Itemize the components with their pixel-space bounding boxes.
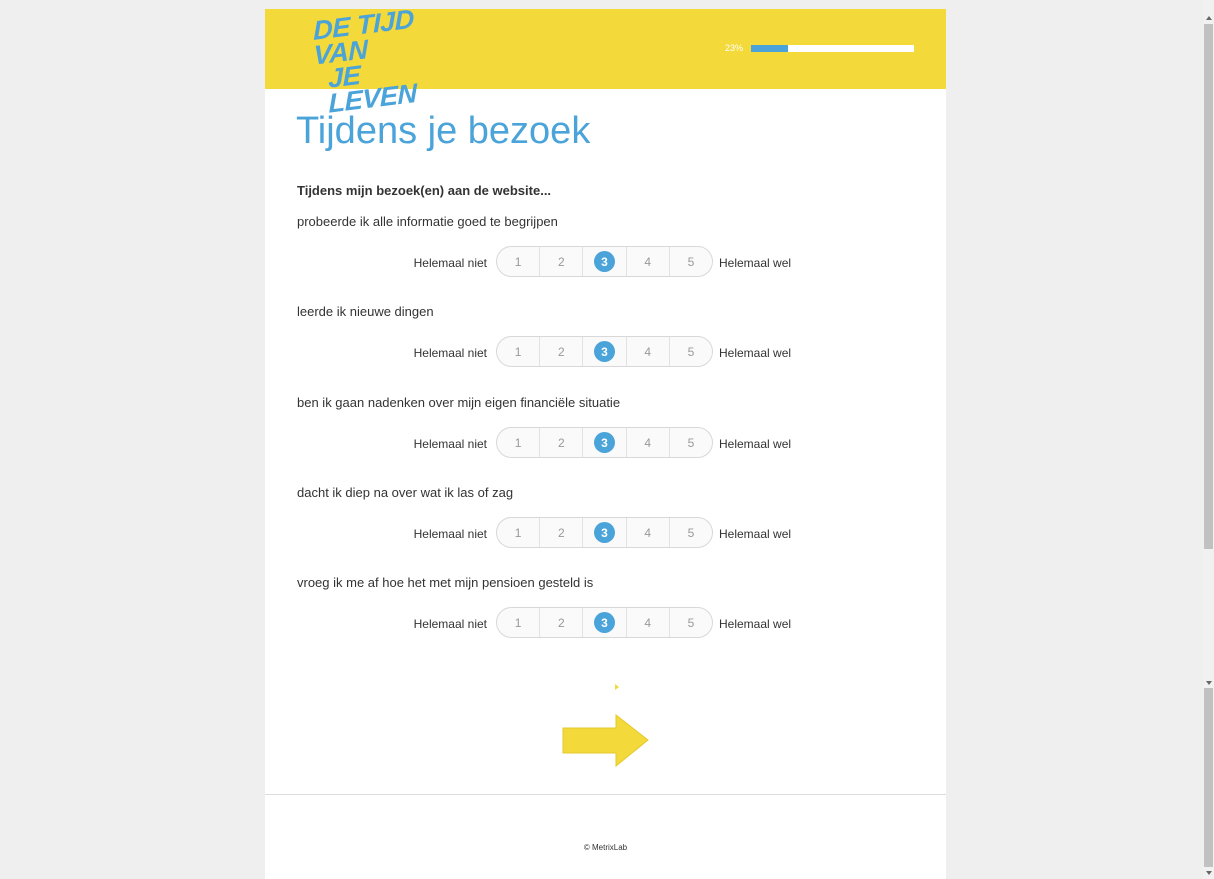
rating-option-4[interactable]: 4	[625, 428, 669, 457]
question-item: vroeg ik me af hoe het met mijn pensioen…	[297, 575, 917, 655]
scale-high-label: Helemaal wel	[719, 617, 792, 631]
rating-option-label: 2	[557, 435, 565, 450]
rating-scale: 1 2 3 4 5	[496, 336, 713, 367]
rating-option-label: 5	[687, 525, 695, 540]
header: DE TIJD VAN JE LEVEN 23%	[265, 4, 946, 119]
rating-option-label: 3	[594, 251, 615, 272]
question-text: probeerde ik alle informatie goed te beg…	[297, 214, 558, 229]
section-intro: Tijdens mijn bezoek(en) aan de website..…	[297, 183, 552, 198]
progress-bar	[751, 45, 914, 52]
progress-text: 23%	[725, 43, 744, 53]
rating-option-2[interactable]: 2	[539, 428, 582, 457]
rating-scale: 1 2 3 4 5	[496, 607, 713, 638]
scale-high-label: Helemaal wel	[719, 527, 792, 541]
rating-option-label: 4	[644, 344, 652, 359]
rating-option-label: 1	[514, 344, 522, 359]
footer-copyright: © MetrixLab	[583, 843, 628, 852]
rating-option-label: 2	[557, 615, 565, 630]
rating-option-label: 3	[594, 432, 615, 453]
question-text: leerde ik nieuwe dingen	[297, 304, 434, 319]
rating-option-label: 3	[594, 612, 615, 633]
rating-option-5[interactable]: 5	[668, 608, 712, 637]
rating-option-4[interactable]: 4	[625, 518, 669, 547]
rating-option-5[interactable]: 5	[668, 428, 712, 457]
rating-option-4[interactable]: 4	[625, 608, 669, 637]
rating-option-3[interactable]: 3	[582, 337, 625, 366]
question-item: ben ik gaan nadenken over mijn eigen fin…	[297, 395, 917, 475]
rating-option-label: 1	[514, 435, 522, 450]
question-item: probeerde ik alle informatie goed te beg…	[297, 214, 917, 294]
rating-option-label: 5	[687, 615, 695, 630]
rating-option-label: 5	[687, 435, 695, 450]
survey-page: DE TIJD VAN JE LEVEN 23% Tijdens je bezo…	[265, 4, 946, 879]
rating-scale: 1 2 3 4 5	[496, 246, 713, 277]
rating-option-label: 3	[594, 522, 615, 543]
question-text: vroeg ik me af hoe het met mijn pensioen…	[297, 575, 594, 590]
rating-option-label: 5	[687, 344, 695, 359]
next-button[interactable]	[562, 713, 650, 768]
rating-option-3[interactable]: 3	[582, 428, 625, 457]
rating-option-label: 1	[514, 615, 522, 630]
rating-option-label: 3	[594, 341, 615, 362]
rating-option-2[interactable]: 2	[539, 608, 582, 637]
scale-low-label: Helemaal niet	[413, 346, 487, 360]
page-title: Tijdens je bezoek	[296, 110, 591, 152]
rating-option-3[interactable]: 3	[582, 518, 625, 547]
scroll-down-icon-secondary[interactable]	[1206, 871, 1212, 875]
rating-option-label: 4	[644, 435, 652, 450]
arrow-right-icon	[562, 713, 649, 768]
question-text: ben ik gaan nadenken over mijn eigen fin…	[297, 395, 621, 410]
rating-option-label: 1	[514, 254, 522, 269]
scale-low-label: Helemaal niet	[413, 256, 487, 270]
scroll-down-icon[interactable]	[1206, 681, 1212, 685]
scale-low-label: Helemaal niet	[413, 437, 487, 451]
rating-option-label: 4	[644, 615, 652, 630]
progress-fill	[751, 45, 789, 52]
rating-option-label: 2	[557, 344, 565, 359]
scale-high-label: Helemaal wel	[719, 256, 792, 270]
question-item: leerde ik nieuwe dingen Helemaal niet 1 2 3 4…	[297, 304, 917, 384]
rating-option-5[interactable]: 5	[668, 337, 712, 366]
rating-option-3[interactable]: 3	[582, 247, 625, 276]
scrollbar[interactable]	[1203, 0, 1214, 879]
rating-option-label: 5	[687, 254, 695, 269]
rating-option-label: 1	[514, 525, 522, 540]
rating-option-5[interactable]: 5	[668, 247, 712, 276]
rating-option-1[interactable]: 1	[497, 608, 539, 637]
rating-option-1[interactable]: 1	[497, 518, 539, 547]
decorative-mark	[615, 684, 619, 690]
question-item: dacht ik diep na over wat ik las of zag H…	[297, 485, 917, 565]
scroll-up-icon[interactable]	[1206, 16, 1212, 20]
rating-option-4[interactable]: 4	[625, 247, 669, 276]
rating-option-5[interactable]: 5	[668, 518, 712, 547]
scale-low-label: Helemaal niet	[413, 527, 487, 541]
question-text: dacht ik diep na over wat ik las of zag	[297, 485, 514, 500]
scrollbar-thumb-secondary[interactable]	[1204, 688, 1213, 867]
rating-option-2[interactable]: 2	[539, 337, 582, 366]
scale-high-label: Helemaal wel	[719, 346, 792, 360]
scale-high-label: Helemaal wel	[719, 437, 792, 451]
rating-option-1[interactable]: 1	[497, 428, 539, 457]
rating-option-label: 2	[557, 525, 565, 540]
rating-option-label: 4	[644, 525, 652, 540]
rating-option-2[interactable]: 2	[539, 247, 582, 276]
scrollbar-thumb[interactable]	[1204, 24, 1213, 549]
rating-option-1[interactable]: 1	[497, 247, 539, 276]
logo: DE TIJD VAN JE LEVEN	[313, 2, 455, 119]
footer-divider	[265, 794, 946, 795]
rating-option-4[interactable]: 4	[625, 337, 669, 366]
rating-option-1[interactable]: 1	[497, 337, 539, 366]
rating-scale: 1 2 3 4 5	[496, 427, 713, 458]
scale-low-label: Helemaal niet	[413, 617, 487, 631]
rating-scale: 1 2 3 4 5	[496, 517, 713, 548]
rating-option-3[interactable]: 3	[582, 608, 625, 637]
rating-option-label: 4	[644, 254, 652, 269]
rating-option-2[interactable]: 2	[539, 518, 582, 547]
rating-option-label: 2	[557, 254, 565, 269]
